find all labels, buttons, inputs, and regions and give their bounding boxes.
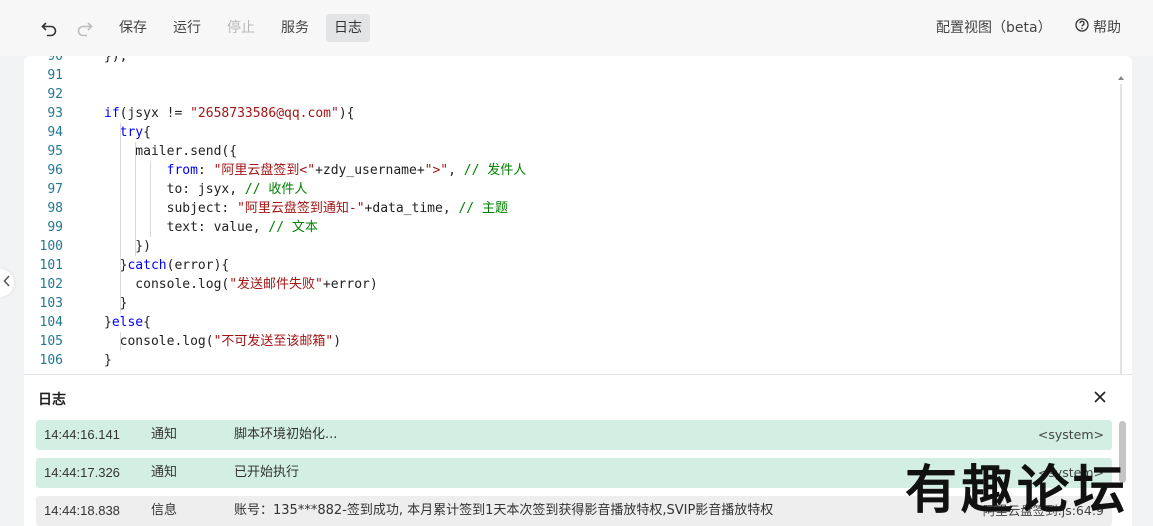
code-text: if(jsyx != "2658733586@qq.com"){ — [104, 106, 355, 121]
help-label: 帮助 — [1093, 20, 1121, 36]
line-number: 93 — [47, 106, 63, 121]
log-time: 14:44:16.141 — [44, 427, 120, 442]
close-icon[interactable] — [1092, 389, 1108, 405]
code-line[interactable]: 98 subject: "阿里云盘签到通知-"+data_time, // 主题 — [24, 199, 1120, 218]
code-line[interactable]: 96 from: "阿里云盘签到<"+zdy_username+">", // … — [24, 161, 1120, 180]
code-line[interactable]: 97 to: jsyx, // 收件人 — [24, 180, 1120, 199]
code-text: console.log("发送邮件失败"+error) — [104, 277, 378, 292]
toolbar: 保存 运行 停止 服务 日志 配置视图（beta） 帮助 — [0, 0, 1153, 56]
question-circle-icon — [1075, 14, 1089, 42]
config-view-button[interactable]: 配置视图（beta） — [936, 14, 1052, 42]
code-text: }catch(error){ — [104, 258, 230, 273]
line-number: 97 — [47, 182, 63, 197]
code-text: try{ — [119, 125, 151, 140]
line-number: 103 — [39, 296, 63, 311]
code-text: subject: "阿里云盘签到通知-"+data_time, // 主题 — [104, 201, 508, 216]
indent-guide — [120, 332, 121, 351]
code-text: }else{ — [104, 315, 151, 330]
save-button[interactable]: 保存 — [111, 14, 155, 42]
code-area[interactable]: 90}); 91 92 93 if(jsyx != "2658733586@qq.com… — [24, 56, 1120, 374]
service-button[interactable]: 服务 — [273, 14, 317, 42]
code-line[interactable]: 106} — [24, 351, 1120, 370]
run-button[interactable]: 运行 — [165, 14, 209, 42]
log-level: 信息 — [151, 503, 178, 518]
line-number: 100 — [39, 239, 63, 254]
log-button[interactable]: 日志 — [326, 14, 370, 42]
line-number: 96 — [47, 163, 63, 178]
code-text: console.log("不可发送至该邮箱") — [104, 334, 342, 349]
code-line[interactable]: 94 try{ — [24, 123, 1120, 142]
indent-guide — [135, 142, 136, 256]
code-line[interactable]: 104 }else{ — [24, 313, 1120, 332]
log-time: 14:44:18.838 — [44, 503, 120, 518]
line-number: 95 — [47, 144, 63, 159]
indent-guide — [150, 161, 151, 237]
log-message: 账号：135***882-签到成功, 本月累计签到1天本次签到获得影音播放特权,… — [234, 503, 774, 518]
scroll-up-icon[interactable] — [1118, 76, 1124, 80]
line-number: 94 — [47, 125, 63, 140]
line-number: 99 — [47, 220, 63, 235]
code-line[interactable]: 100 }) — [24, 237, 1120, 256]
code-line[interactable]: 92 — [24, 85, 1120, 104]
log-title: 日志 — [38, 392, 66, 408]
code-line[interactable]: 101 }catch(error){ — [24, 256, 1120, 275]
log-message: 脚本环境初始化... — [234, 427, 338, 442]
collapse-sidebar-handle[interactable] — [0, 269, 14, 297]
line-number: 106 — [39, 353, 63, 368]
stop-button[interactable]: 停止 — [219, 14, 263, 42]
code-line[interactable]: 95 mailer.send({ — [24, 142, 1120, 161]
line-number: 104 — [39, 315, 63, 330]
code-text: } — [104, 296, 128, 311]
help-button[interactable]: 帮助 — [1075, 14, 1121, 42]
code-line[interactable]: 91 — [24, 66, 1120, 85]
log-message: 已开始执行 — [234, 465, 300, 480]
code-line[interactable]: 105 console.log("不可发送至该邮箱") — [24, 332, 1120, 351]
line-number: 102 — [39, 277, 63, 292]
code-line[interactable]: 103 } — [24, 294, 1120, 313]
log-source[interactable]: <system> — [1038, 420, 1104, 450]
editor-scrollbar[interactable] — [1118, 64, 1132, 374]
line-number: 98 — [47, 201, 63, 216]
redo-icon[interactable] — [74, 17, 96, 39]
code-text: text: value, // 文本 — [104, 220, 318, 235]
log-level: 通知 — [151, 465, 178, 480]
code-text: mailer.send({ — [104, 144, 238, 159]
code-editor[interactable]: 90}); 91 92 93 if(jsyx != "2658733586@qq.com… — [24, 56, 1132, 374]
code-text: from: "阿里云盘签到<"+zdy_username+">", // 发件人 — [166, 163, 527, 178]
line-number: 105 — [39, 334, 63, 349]
log-row[interactable]: 14:44:16.141 通知 脚本环境初始化... <system> — [36, 420, 1112, 450]
undo-icon[interactable] — [38, 17, 60, 39]
line-number: 91 — [47, 68, 63, 83]
code-line[interactable]: 99 text: value, // 文本 — [24, 218, 1120, 237]
code-line[interactable]: 93 if(jsyx != "2658733586@qq.com"){ — [24, 104, 1120, 123]
line-number: 92 — [47, 87, 63, 102]
code-line[interactable]: 102 console.log("发送邮件失败"+error) — [24, 275, 1120, 294]
scroll-track[interactable] — [1120, 84, 1122, 374]
code-text: } — [104, 353, 112, 368]
chevron-left-icon — [3, 275, 11, 291]
indent-guide — [120, 123, 121, 313]
code-line[interactable]: 90}); — [24, 56, 1120, 66]
log-time: 14:44:17.326 — [44, 465, 120, 480]
code-text: }); — [104, 56, 128, 64]
line-number: 90 — [47, 56, 63, 64]
line-number: 101 — [39, 258, 63, 273]
watermark-logo: 有趣论坛 — [905, 460, 1130, 521]
log-level: 通知 — [151, 427, 178, 442]
code-text: }) — [104, 239, 151, 254]
